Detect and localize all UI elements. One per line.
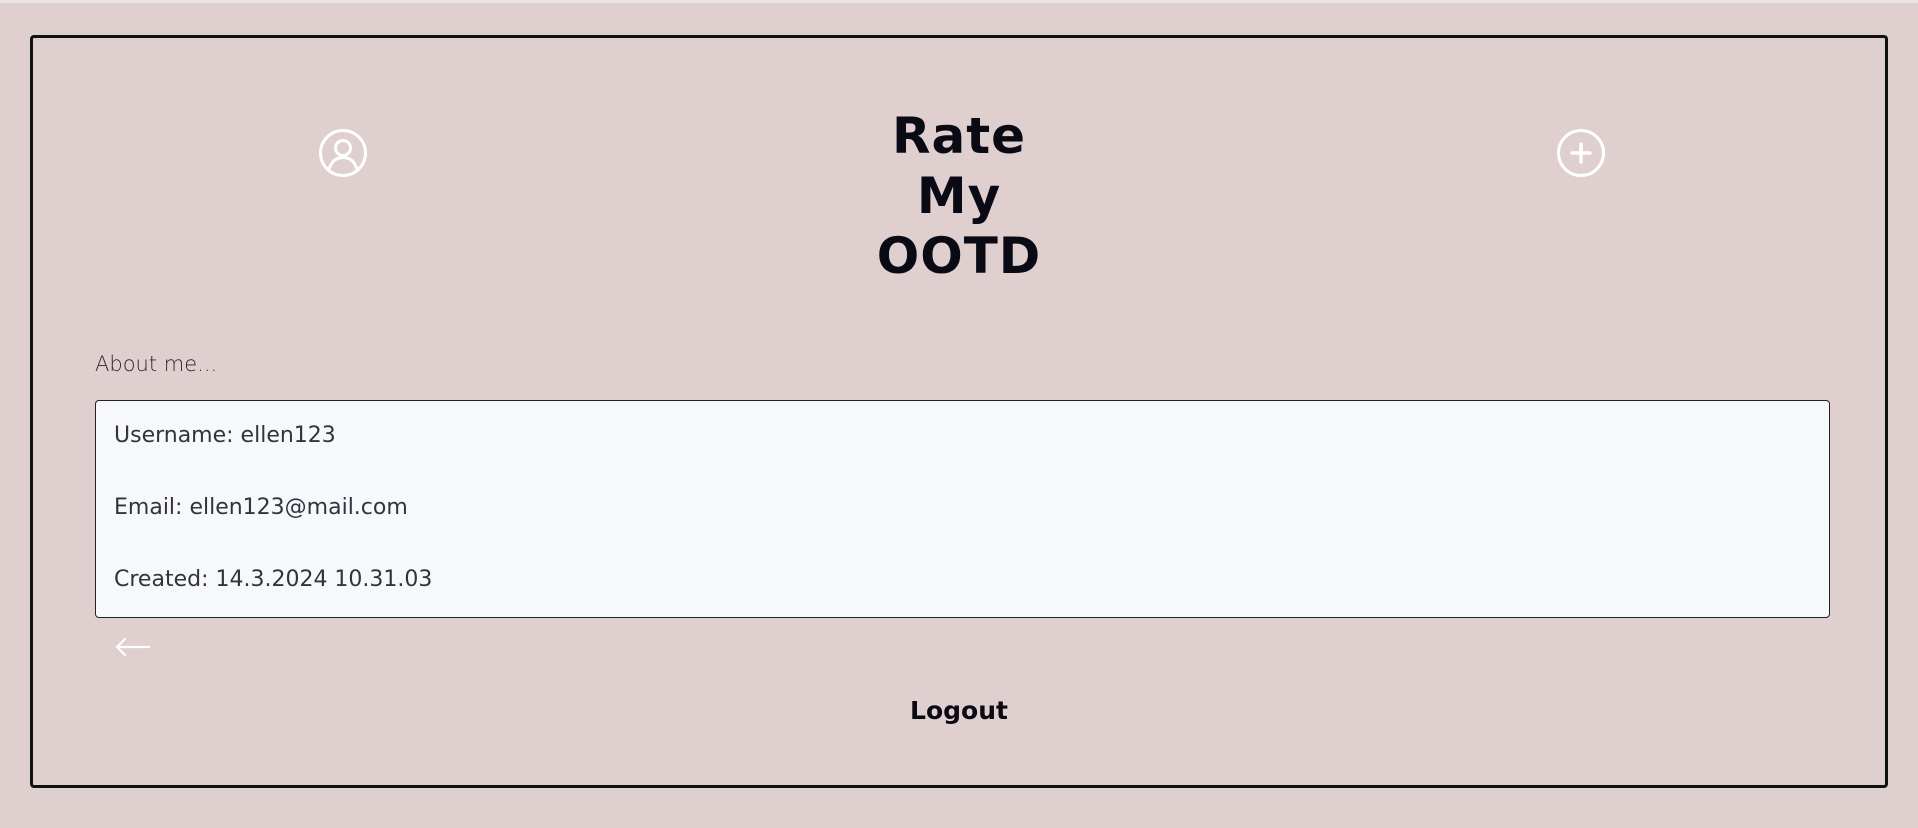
profile-info-box: Username: ellen123 Email: ellen123@mail.…	[95, 400, 1830, 618]
main-frame: Rate My OOTD About me... Username: ellen…	[30, 35, 1888, 788]
logout-button[interactable]: Logout	[33, 696, 1885, 725]
plus-circle-icon[interactable]	[1556, 128, 1606, 178]
created-text: Created: 14.3.2024 10.31.03	[114, 567, 433, 592]
logo-line-my: My	[916, 167, 1002, 225]
arrow-left-icon[interactable]	[113, 632, 153, 662]
logo-line-rate: Rate	[891, 107, 1027, 165]
about-me-label: About me...	[95, 352, 218, 376]
app-logo[interactable]: Rate My OOTD	[33, 106, 1885, 286]
logo-line-ootd: OOTD	[876, 227, 1042, 285]
username-text: Username: ellen123	[114, 423, 336, 448]
email-text: Email: ellen123@mail.com	[114, 495, 408, 520]
top-strip	[0, 0, 1918, 3]
